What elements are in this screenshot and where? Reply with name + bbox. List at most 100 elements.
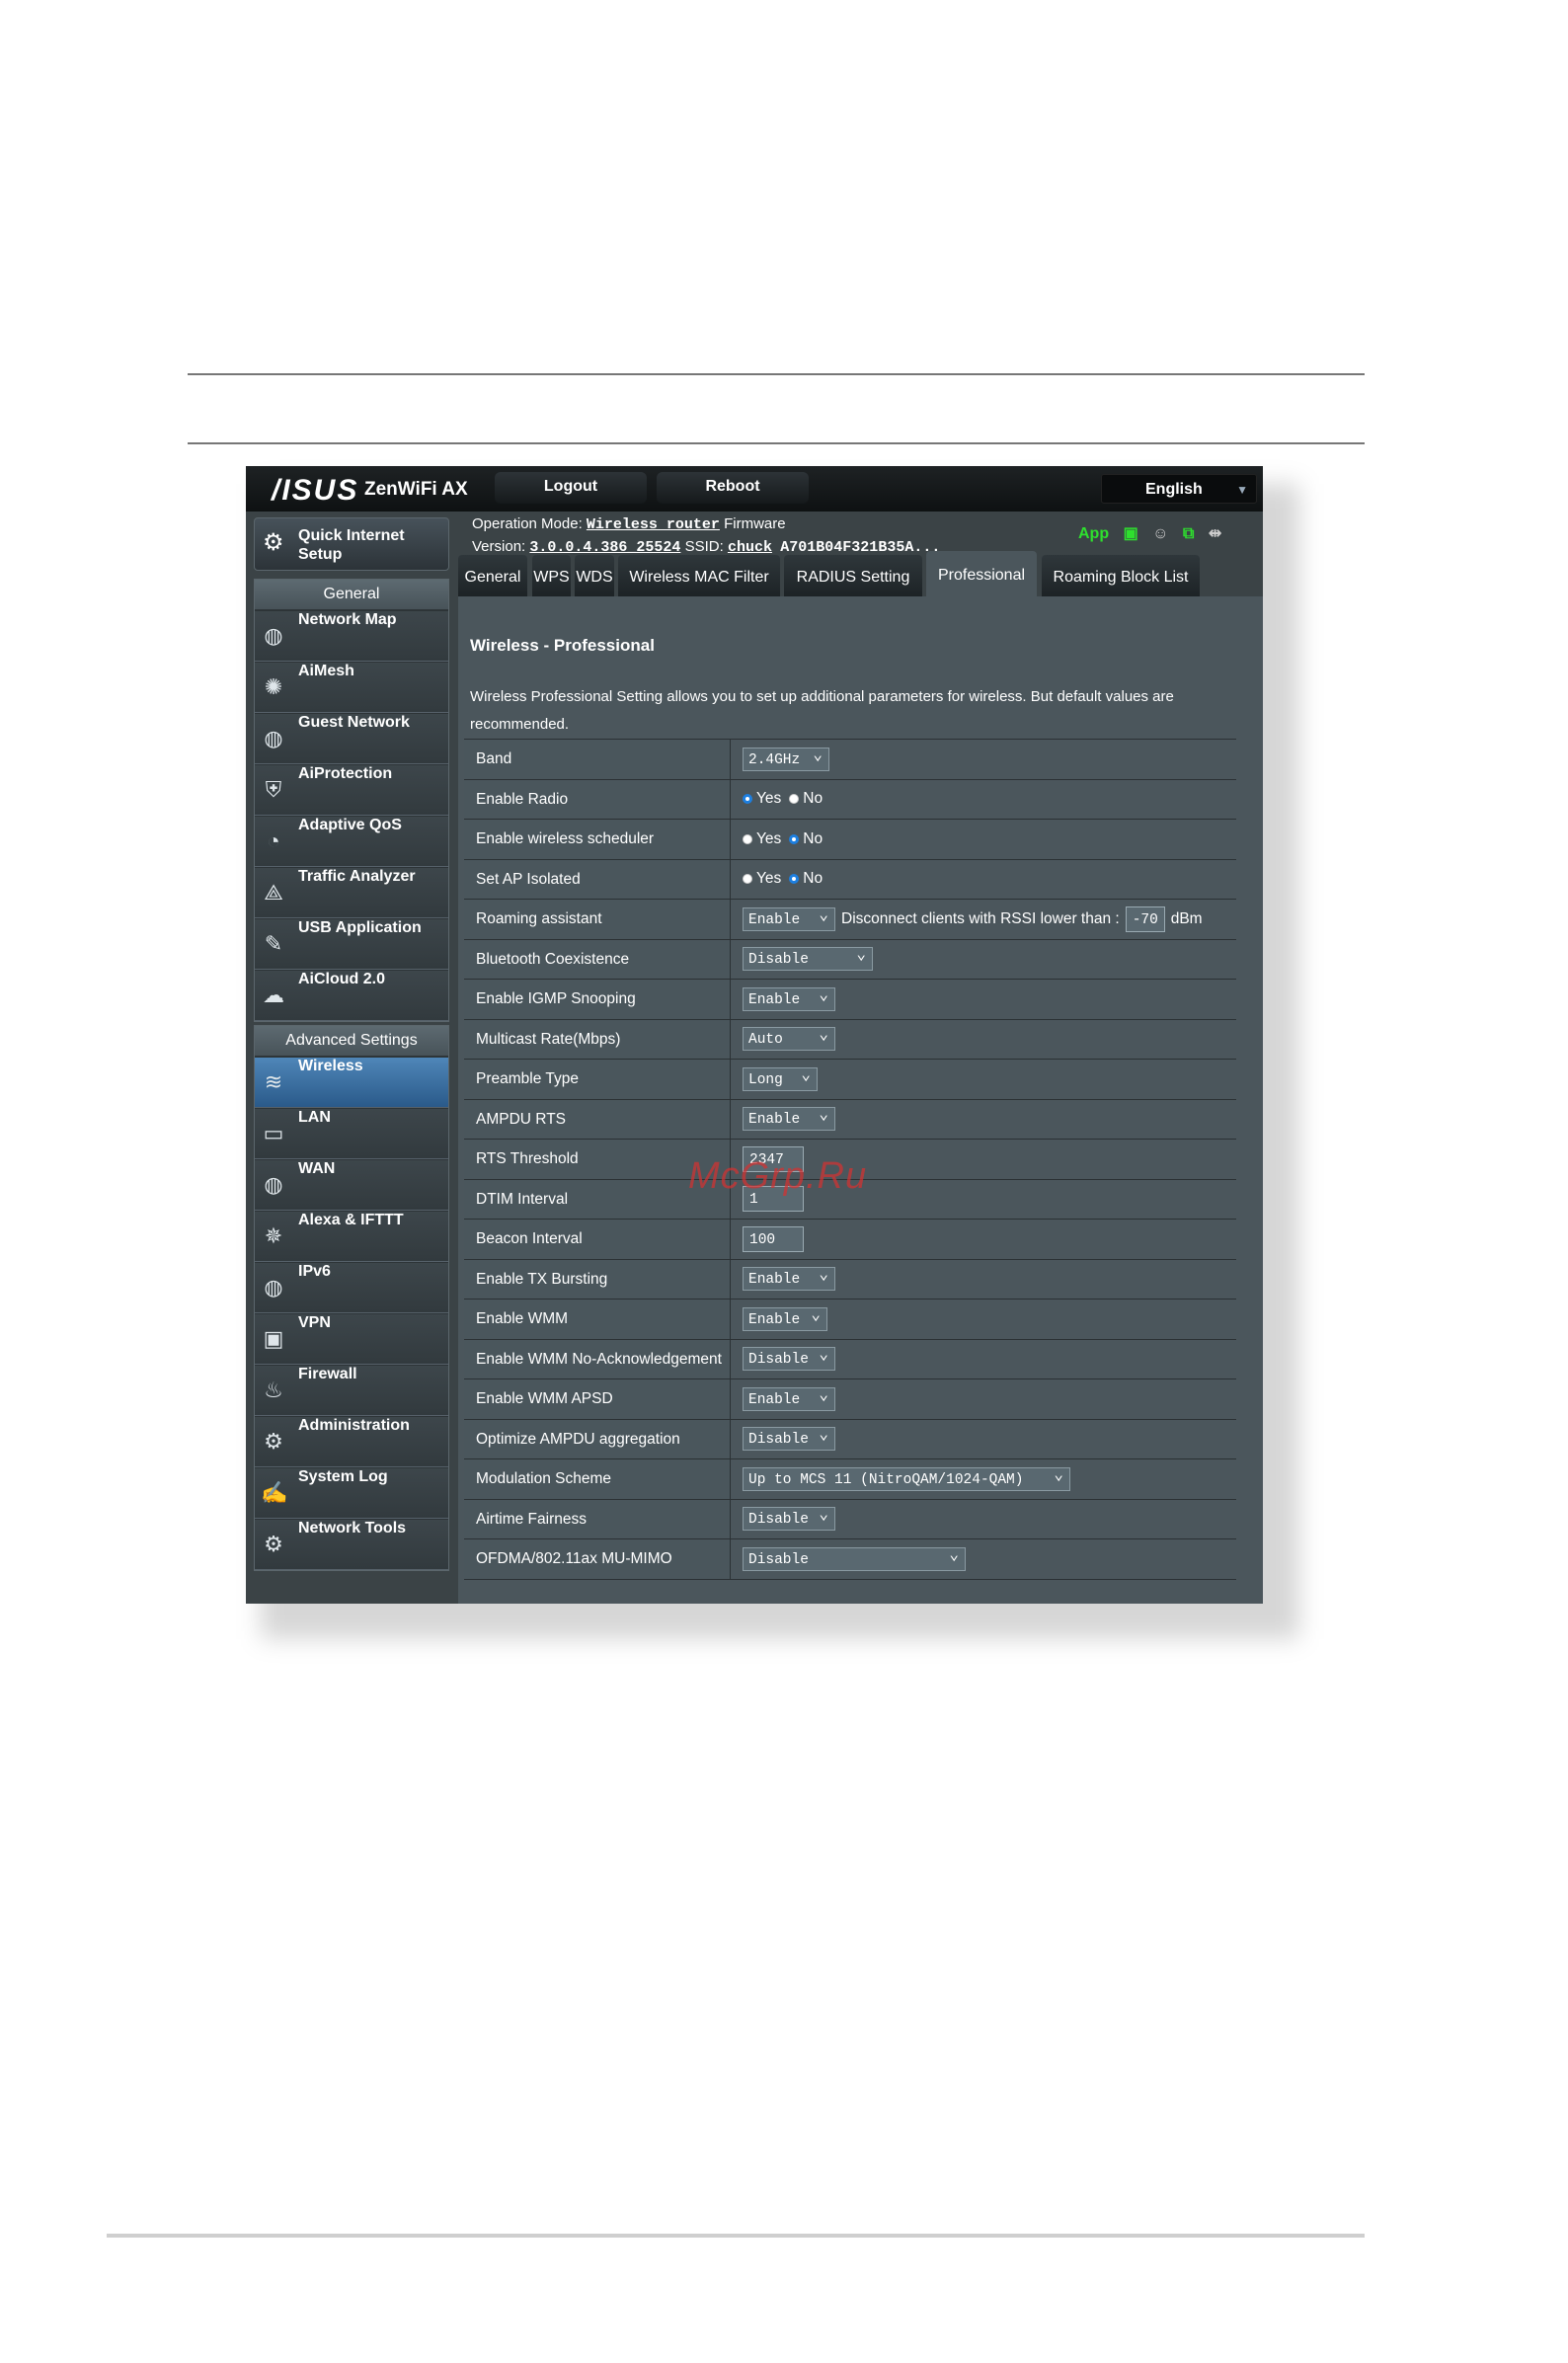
setting-row: Enable Radio Yes No: [464, 779, 1236, 820]
tab-general[interactable]: General: [458, 555, 527, 596]
tab-professional[interactable]: Professional: [926, 551, 1037, 596]
admin-gear-icon: ⚙: [264, 1429, 283, 1454]
sidebar-item-adaptive-qos[interactable]: ◔ Adaptive QoS: [255, 816, 448, 867]
op-mode-link[interactable]: Wireless router: [587, 516, 720, 533]
setting-label: Preamble Type: [464, 1060, 731, 1099]
sidebar-item-traffic-analyzer[interactable]: ⟁ Traffic Analyzer: [255, 867, 448, 918]
setting-value: Up to MCS 11 (NitroQAM/1024-QAM): [743, 1459, 1070, 1499]
setting-input[interactable]: -70: [1125, 906, 1165, 932]
setting-select[interactable]: Enable: [743, 1383, 835, 1411]
setting-select[interactable]: Auto: [743, 1023, 835, 1052]
app-link[interactable]: App: [1078, 525, 1109, 542]
setting-select[interactable]: Long: [743, 1063, 818, 1091]
setting-value: Enable: [743, 1379, 835, 1419]
sidebar-item-lan[interactable]: ▭ LAN: [255, 1108, 448, 1159]
status-icons: App ▣ ☺ ⧉ ⇹: [1078, 523, 1231, 543]
radio-no[interactable]: No: [789, 830, 823, 848]
quick-internet-setup-button[interactable]: ⚙ Quick Internet Setup: [254, 517, 449, 571]
setting-value: Enable: [743, 1300, 827, 1339]
setting-row: Enable WMM No-Acknowledgement Disable: [464, 1339, 1236, 1379]
radio-no[interactable]: No: [789, 870, 823, 888]
setting-row: Enable WMM Enable: [464, 1300, 1236, 1340]
setting-select[interactable]: Disable: [743, 1543, 966, 1571]
monitor-icon: ▭: [263, 1121, 284, 1145]
sidebar-item-network-tools[interactable]: ⚙ Network Tools: [255, 1519, 448, 1570]
setting-label: Optimize AMPDU aggregation: [464, 1419, 731, 1458]
lock-shield-icon: ⛨: [265, 777, 282, 802]
cloud-icon: ☁: [263, 983, 284, 1007]
setting-row: Enable IGMP Snooping Enable: [464, 980, 1236, 1020]
setting-row: Enable wireless scheduler Yes No: [464, 820, 1236, 860]
sidebar-item-firewall[interactable]: ♨ Firewall: [255, 1365, 448, 1416]
setting-row: Multicast Rate(Mbps) Auto: [464, 1019, 1236, 1060]
setting-select[interactable]: Disable: [743, 1423, 835, 1452]
setting-value: Enable: [743, 1100, 835, 1140]
sidebar-item-guest-network[interactable]: ◍ Guest Network: [255, 713, 448, 764]
setting-select[interactable]: Up to MCS 11 (NitroQAM/1024-QAM): [743, 1463, 1070, 1491]
setting-select[interactable]: Enable: [743, 1103, 835, 1132]
sidebar-item-label: Alexa & IFTTT: [298, 1212, 404, 1228]
sidebar-item-usb-application[interactable]: ✎ USB Application: [255, 918, 448, 970]
tab-wps[interactable]: WPS: [532, 555, 571, 596]
tab-wireless-mac-filter[interactable]: Wireless MAC Filter: [618, 555, 780, 596]
model-name: ZenWiFi AX: [364, 479, 468, 500]
sidebar-item-vpn[interactable]: ▣ VPN: [255, 1313, 448, 1365]
setting-value: Long: [743, 1060, 818, 1099]
sidebar-item-label: Guest Network: [298, 714, 410, 731]
sidebar-item-administration[interactable]: ⚙ Administration: [255, 1416, 448, 1467]
radio-dot-icon: [743, 874, 752, 885]
setting-value: Disable: [743, 1420, 835, 1459]
setting-select[interactable]: Enable: [743, 1303, 827, 1331]
language-value: English: [1145, 481, 1203, 498]
chevron-down-icon: ▼: [1236, 483, 1248, 497]
sidebar-item-label: Administration: [298, 1417, 410, 1434]
tab-radius-setting[interactable]: RADIUS Setting: [784, 555, 922, 596]
setting-select[interactable]: Disable: [743, 943, 873, 972]
firmware-label: Firmware: [724, 515, 786, 532]
network-status-icon[interactable]: ▣: [1124, 525, 1138, 542]
setting-select[interactable]: 2.4GHz: [743, 744, 829, 771]
sidebar-item-aiprotection[interactable]: ⛨ AiProtection: [255, 764, 448, 816]
radio-dot-icon: [743, 833, 752, 844]
sidebar-item-ipv6[interactable]: ◍ IPv6: [255, 1262, 448, 1313]
setting-input[interactable]: 100: [743, 1225, 804, 1252]
setting-value: Disable: [743, 1500, 835, 1539]
radio-label: No: [803, 790, 823, 808]
sidebar-item-aimesh[interactable]: ✺ AiMesh: [255, 662, 448, 713]
radio-yes[interactable]: Yes: [743, 790, 781, 808]
rssi-label: Disconnect clients with RSSI lower than …: [841, 909, 1120, 927]
radio-yes[interactable]: Yes: [743, 870, 781, 888]
sidebar-item-label: AiProtection: [298, 765, 393, 782]
setting-select[interactable]: Disable: [743, 1343, 835, 1372]
usb-icon[interactable]: ⇹: [1209, 525, 1221, 542]
sidebar-item-wan[interactable]: ◍ WAN: [255, 1159, 448, 1211]
radio-label: Yes: [756, 870, 782, 888]
logout-button[interactable]: Logout: [495, 472, 647, 504]
sidebar-item-alexa-ifttt[interactable]: ✵ Alexa & IFTTT: [255, 1211, 448, 1262]
sidebar-item-network-map[interactable]: ◍ Network Map: [255, 610, 448, 662]
setting-row: Roaming assistant Enable Disconnect client…: [464, 900, 1236, 940]
radio-label: No: [803, 829, 823, 847]
radio-no[interactable]: No: [789, 790, 823, 808]
language-select[interactable]: English ▼: [1101, 474, 1257, 504]
sidebar-item-label: Network Map: [298, 611, 397, 628]
radio-dot-icon: [789, 794, 800, 805]
tab-wds[interactable]: WDS: [575, 555, 614, 596]
clients-icon[interactable]: ☺: [1152, 525, 1168, 542]
radio-yes[interactable]: Yes: [743, 830, 781, 848]
watermark: McGrp.Ru: [688, 1155, 868, 1197]
chart-icon: ⟁: [264, 880, 283, 905]
sidebar-item-aicloud-2-0[interactable]: ☁ AiCloud 2.0: [255, 970, 448, 1021]
setting-select[interactable]: Enable: [743, 984, 835, 1011]
sidebar-item-label: Network Tools: [298, 1520, 407, 1536]
setting-select[interactable]: Enable: [743, 1263, 835, 1292]
globe-icon: ◍: [264, 623, 283, 648]
setting-select[interactable]: Enable: [743, 904, 835, 931]
mesh-status-icon[interactable]: ⧉: [1183, 525, 1194, 542]
tab-roaming-block-list[interactable]: Roaming Block List: [1042, 555, 1200, 596]
sidebar-item-wireless[interactable]: ≋ Wireless: [255, 1057, 448, 1108]
setting-select[interactable]: Disable: [743, 1503, 835, 1532]
sidebar-item-system-log[interactable]: ✍ System Log: [255, 1467, 448, 1519]
reboot-button[interactable]: Reboot: [657, 472, 809, 504]
gauge-icon: ◔: [267, 828, 280, 853]
